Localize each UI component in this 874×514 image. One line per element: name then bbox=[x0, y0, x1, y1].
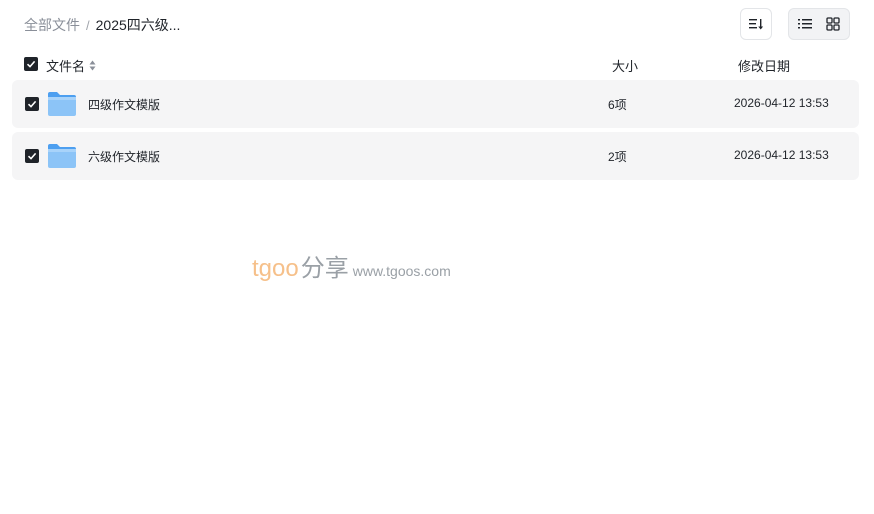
file-name[interactable]: 六级作文模版 bbox=[88, 148, 160, 165]
file-size: 6项 bbox=[608, 98, 627, 112]
file-date: 2026-04-12 13:53 bbox=[734, 148, 829, 162]
check-icon bbox=[27, 100, 37, 108]
sort-lines-icon bbox=[749, 19, 764, 30]
sort-caret-icon bbox=[89, 60, 96, 71]
grid-view-icon bbox=[826, 17, 840, 31]
watermark-share: 分享 bbox=[300, 255, 349, 282]
watermark: tgoo 分享 www.tgoos.com bbox=[252, 248, 451, 283]
table-row[interactable]: 四级作文模版 6项 2026-04-12 13:53 bbox=[12, 80, 859, 128]
breadcrumb-current: 2025四六级... bbox=[95, 17, 181, 33]
column-header-size: 大小 bbox=[612, 59, 639, 74]
row-checkbox[interactable] bbox=[25, 149, 39, 163]
file-name[interactable]: 四级作文模版 bbox=[88, 96, 160, 113]
column-header-name[interactable]: 文件名 bbox=[46, 56, 96, 75]
watermark-url: www.tgoos.com bbox=[352, 263, 451, 279]
breadcrumb-separator: / bbox=[86, 17, 90, 33]
grid-view-button[interactable] bbox=[819, 11, 847, 37]
column-header-name-label: 文件名 bbox=[46, 59, 86, 74]
breadcrumb-root-link[interactable]: 全部文件 bbox=[24, 15, 80, 35]
view-mode-toggle bbox=[788, 8, 850, 40]
list-view-button[interactable] bbox=[791, 11, 819, 37]
watermark-brand: tgoo bbox=[252, 255, 299, 282]
breadcrumb: 全部文件 / 2025四六级... bbox=[24, 15, 180, 35]
file-date: 2026-04-12 13:53 bbox=[734, 96, 829, 110]
table-row[interactable]: 六级作文模版 2项 2026-04-12 13:53 bbox=[12, 132, 859, 180]
check-icon bbox=[27, 152, 37, 160]
folder-icon bbox=[48, 144, 76, 168]
sort-button[interactable] bbox=[740, 8, 772, 40]
top-bar: 全部文件 / 2025四六级... bbox=[0, 0, 874, 48]
check-icon bbox=[26, 60, 36, 68]
folder-icon bbox=[48, 92, 76, 116]
row-checkbox[interactable] bbox=[25, 97, 39, 111]
table-header: 文件名 大小 修改日期 bbox=[0, 50, 874, 78]
list-view-icon bbox=[798, 19, 812, 29]
column-header-date: 修改日期 bbox=[738, 59, 791, 74]
file-size: 2项 bbox=[608, 150, 627, 164]
select-all-checkbox[interactable] bbox=[24, 57, 38, 71]
